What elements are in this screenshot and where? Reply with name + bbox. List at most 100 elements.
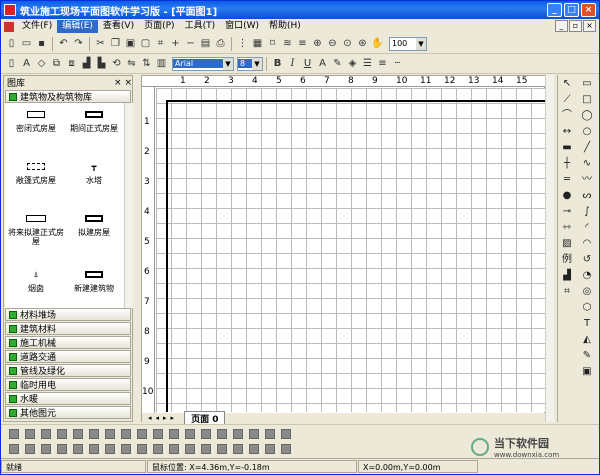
north-arrow-icon[interactable]: ◭ <box>580 333 594 347</box>
canvas-scrollbar[interactable] <box>545 75 554 422</box>
zoom-combo[interactable]: 100 ▼ <box>389 36 427 51</box>
zoom-fit-icon[interactable]: ⊙ <box>341 37 354 50</box>
arc-icon[interactable]: ⌒ <box>560 109 574 123</box>
doc-restore-button[interactable]: ▫ <box>569 20 582 32</box>
category-plumbing[interactable]: 水暖 <box>5 392 131 405</box>
stamp-icon[interactable]: ▟ <box>560 269 574 283</box>
table-icon[interactable]: ⌗ <box>560 285 574 299</box>
zoom-in-icon[interactable]: ⊕ <box>311 37 324 50</box>
rotate-icon[interactable]: ⟲ <box>110 57 123 70</box>
arc-tool-icon[interactable]: ◜ <box>580 221 594 235</box>
shape-tool-icon[interactable] <box>73 444 83 454</box>
polygon-icon[interactable]: ⬡ <box>580 301 594 315</box>
print-preview-icon[interactable]: ▤ <box>199 37 212 50</box>
shape-tool-icon[interactable] <box>73 429 83 439</box>
library-item[interactable]: 拟建房屋 <box>65 211 123 237</box>
close-button[interactable]: × <box>581 3 596 17</box>
shape-tool-icon[interactable] <box>89 444 99 454</box>
pointer-icon[interactable]: ↖ <box>560 77 574 91</box>
library-item[interactable]: 密闭式房屋 <box>7 107 65 133</box>
category-buildings[interactable]: 建筑物及构筑物库 <box>5 90 131 103</box>
italic-icon[interactable]: I <box>286 57 299 70</box>
pie-icon[interactable]: ◔ <box>580 269 594 283</box>
grid-icon[interactable]: ⋮ <box>236 37 249 50</box>
bezier-icon[interactable]: ∫ <box>580 205 594 219</box>
menu-tools[interactable]: 工具(T) <box>180 20 221 33</box>
shape-tool-icon[interactable] <box>25 429 35 439</box>
hatch-icon[interactable]: ▨ <box>560 237 574 251</box>
square-icon[interactable]: □ <box>580 93 594 107</box>
maximize-button[interactable]: □ <box>564 3 579 17</box>
doc-icon[interactable]: ▯ <box>5 57 18 70</box>
shape-tool-icon[interactable] <box>41 444 51 454</box>
shape-tool-icon[interactable] <box>9 429 19 439</box>
line-weight-icon[interactable]: ☰ <box>361 57 374 70</box>
select-icon[interactable]: ▢ <box>139 37 152 50</box>
ellipse-icon[interactable]: ◯ <box>580 109 594 123</box>
circle-icon[interactable]: ○ <box>580 125 594 139</box>
library-item[interactable]: 将来拟建正式房屋 <box>7 211 65 246</box>
shape-tool-icon[interactable] <box>265 444 275 454</box>
pipe-icon[interactable]: ⇿ <box>560 221 574 235</box>
zoom-out-icon[interactable]: ⊖ <box>326 37 339 50</box>
cut-icon[interactable]: ✂ <box>94 37 107 50</box>
polyline-icon[interactable]: ⟋ <box>560 93 574 107</box>
library-item[interactable]: 敞篷式房屋 <box>7 159 65 185</box>
shape-tool-icon[interactable] <box>217 429 227 439</box>
curve-icon[interactable]: ∿ <box>580 157 594 171</box>
wall-icon[interactable]: ▬ <box>560 141 574 155</box>
remove-icon[interactable]: − <box>184 37 197 50</box>
font-color-icon[interactable]: A <box>316 57 329 70</box>
category-roads[interactable]: 道路交通 <box>5 350 131 363</box>
back-icon[interactable]: ▙ <box>95 57 108 70</box>
menu-help[interactable]: 帮助(H) <box>264 20 306 33</box>
category-temp-power[interactable]: 临时用电 <box>5 378 131 391</box>
category-machinery[interactable]: 施工机械 <box>5 336 131 349</box>
doc-minimize-button[interactable]: _ <box>555 20 568 32</box>
shape-tool-icon[interactable] <box>121 429 131 439</box>
shape-tool-icon[interactable] <box>137 429 147 439</box>
open-icon[interactable]: ▭ <box>20 37 33 50</box>
line-icon[interactable]: ╱ <box>580 141 594 155</box>
undo-icon[interactable]: ↶ <box>57 37 70 50</box>
front-icon[interactable]: ▟ <box>80 57 93 70</box>
menu-edit[interactable]: 编辑(E) <box>57 20 98 33</box>
chevron-down-icon[interactable]: ▼ <box>223 57 233 70</box>
menu-view[interactable]: 查看(V) <box>98 20 139 33</box>
shape-tool-icon[interactable] <box>121 444 131 454</box>
example-icon[interactable]: 例 <box>560 253 574 267</box>
crop-icon[interactable]: ⌗ <box>154 37 167 50</box>
print-icon[interactable]: ⎙ <box>214 37 227 50</box>
add-icon[interactable]: + <box>169 37 182 50</box>
shape-tool-icon[interactable] <box>265 429 275 439</box>
freehand-icon[interactable]: 〰 <box>580 173 594 187</box>
line-color-icon[interactable]: ✎ <box>331 57 344 70</box>
save-icon[interactable]: ▪ <box>35 37 48 50</box>
shape-tool-icon[interactable] <box>249 444 259 454</box>
redo-icon[interactable]: ↷ <box>72 37 85 50</box>
doc-close-button[interactable]: × <box>583 20 596 32</box>
shape-tool-icon[interactable] <box>169 444 179 454</box>
shape-tool-icon[interactable] <box>233 444 243 454</box>
minimize-button[interactable]: _ <box>547 3 562 17</box>
mirror-icon[interactable]: ⇅ <box>140 57 153 70</box>
shape-tool-icon[interactable] <box>185 444 195 454</box>
shape-tool-icon[interactable] <box>281 444 291 454</box>
line-style-icon[interactable]: ≡ <box>376 57 389 70</box>
shape-tool-icon[interactable] <box>169 429 179 439</box>
road-icon[interactable]: ═ <box>560 173 574 187</box>
panel-close-icon[interactable]: × × <box>114 78 132 88</box>
shape-tool-icon[interactable] <box>201 444 211 454</box>
library-item[interactable]: 期间正式房屋 <box>65 107 123 133</box>
shape-tool-icon[interactable] <box>217 444 227 454</box>
shape-tool-icon[interactable] <box>105 429 115 439</box>
shape-tool-icon[interactable] <box>233 429 243 439</box>
page-nav-arrows-icon[interactable]: ◂◂▸▸ <box>148 414 178 422</box>
font-size-combo[interactable]: 8 ▼ <box>237 56 263 71</box>
font-combo[interactable]: Arial ▼ <box>172 56 234 71</box>
spline-icon[interactable]: ᔕ <box>580 189 594 203</box>
shape-tool-icon[interactable] <box>105 444 115 454</box>
bold-icon[interactable]: B <box>271 57 284 70</box>
ring-icon[interactable]: ◎ <box>580 285 594 299</box>
pan-hand-icon[interactable]: ✋ <box>371 37 384 50</box>
